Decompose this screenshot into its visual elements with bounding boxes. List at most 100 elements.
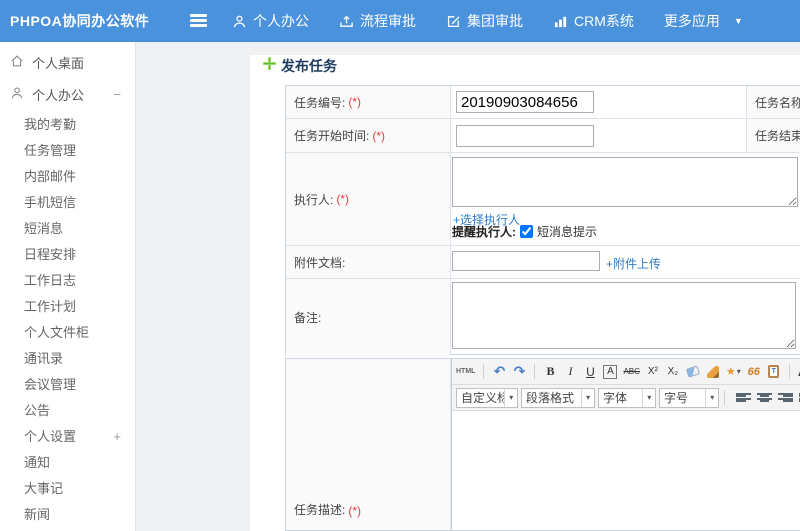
nav-personal-office[interactable]: 个人办公	[232, 11, 309, 31]
nav-crm-system[interactable]: CRM系统	[553, 11, 634, 31]
description-row: 任务描述: (*) HTML ↶ ↷ B I U A ABC X² X₂ ★ ▾ 6…	[285, 358, 800, 531]
chevron-down-icon: ▾	[504, 388, 517, 407]
underline-button[interactable]: U	[583, 363, 597, 381]
chevron-down-icon: ▾	[705, 388, 718, 407]
sidebar-item-short-message[interactable]: 短消息	[0, 216, 135, 242]
sidebar-item-memorabilia[interactable]: 大事记	[0, 476, 135, 502]
app-logo: PHPOA协同办公软件	[10, 13, 150, 29]
remind-executor-group: 提醒执行人: 短消息提示	[452, 223, 597, 240]
nav-group-approval[interactable]: 集团审批	[446, 11, 523, 31]
attachment-input[interactable]	[452, 251, 600, 271]
remind-executor-label: 提醒执行人:	[452, 225, 516, 239]
remark-label: 备注:	[286, 279, 451, 356]
caret-down-icon: ▼	[733, 16, 743, 26]
task-start-time-row: 任务开始时间:(*) 任务结束时间:(*)	[286, 119, 800, 153]
task-number-label: 任务编号: (*)	[286, 86, 451, 118]
sidebar-item-personal-office[interactable]: 个人办公 −	[0, 78, 135, 110]
highlight-color-button[interactable]: A	[603, 364, 618, 379]
sidebar-item-my-attendance[interactable]: 我的考勤	[0, 112, 135, 138]
align-right-icon[interactable]	[778, 392, 793, 404]
sidebar-submenu: 我的考勤 任务管理 内部邮件 手机短信 短消息 日程安排 工作日志 工作计划 个…	[0, 112, 135, 531]
chevron-down-icon: ▾	[642, 388, 655, 407]
eraser-icon[interactable]	[685, 363, 701, 381]
sidebar-item-meeting-management[interactable]: 会议管理	[0, 372, 135, 398]
align-center-icon[interactable]	[757, 392, 772, 404]
remark-textarea[interactable]	[452, 282, 796, 349]
nav-more-apps[interactable]: 更多应用 ▼	[664, 11, 743, 31]
main-nav: 个人办公 流程审批 集团审批 CRM系统 更多应用 ▼	[232, 0, 743, 42]
attachment-row: 附件文档: +附件上传	[286, 246, 800, 279]
editor-toolbar-row1: HTML ↶ ↷ B I U A ABC X² X₂ ★▾ 66 T A▾	[452, 359, 800, 385]
person-icon	[10, 86, 24, 103]
superscript-button[interactable]: X²	[646, 363, 660, 381]
paste-as-text-icon[interactable]: T	[767, 363, 781, 381]
font-family-select[interactable]: 字体 ▾	[598, 387, 656, 408]
subscript-button[interactable]: X₂	[666, 363, 680, 381]
sidebar-item-personal-file-cabinet[interactable]: 个人文件柜	[0, 320, 135, 346]
undo-icon[interactable]: ↶	[492, 363, 506, 381]
attachment-label: 附件文档:	[286, 246, 451, 278]
html-source-button[interactable]: HTML	[456, 363, 475, 381]
top-header: PHPOA协同办公软件 个人办公 流程审批 集团审批 CRM系统 更多应用 ▼	[0, 0, 800, 42]
font-size-select[interactable]: 字号 ▾	[659, 387, 719, 408]
executor-label: 执行人: (*)	[286, 153, 451, 245]
alignment-buttons	[736, 392, 800, 404]
sidebar-item-personal-settings[interactable]: 个人设置 +	[0, 424, 135, 450]
executor-row: 执行人: (*) +选择执行人 提醒执行人: 短消息提示	[286, 153, 800, 246]
sidebar-item-schedule[interactable]: 日程安排	[0, 242, 135, 268]
align-left-icon[interactable]	[736, 392, 751, 404]
task-number-input[interactable]	[456, 91, 594, 113]
chevron-down-icon: ▾	[581, 388, 594, 407]
page-title: 发布任务	[281, 58, 337, 74]
nav-workflow-approval[interactable]: 流程审批	[339, 11, 416, 31]
executor-textarea[interactable]	[452, 157, 798, 207]
blockquote-button[interactable]: 66	[747, 363, 761, 381]
task-end-time-label: 任务结束时间:(*)	[746, 119, 800, 152]
sidebar-item-notice[interactable]: 通知	[0, 450, 135, 476]
bold-button[interactable]: B	[543, 363, 557, 381]
menu-toggle-icon[interactable]	[190, 14, 207, 27]
sidebar-item-task-management[interactable]: 任务管理	[0, 138, 135, 164]
publish-task-form: 任务编号:(*) 任务名称:(*) 任务开始时间:(*) 任务结束时间:(*) …	[285, 85, 800, 356]
task-number-row: 任务编号:(*) 任务名称:(*)	[286, 86, 800, 119]
group-approval-icon	[446, 14, 461, 29]
editor-toolbar-row2: 自定义标题 ▾ 段落格式 ▾ 字体 ▾ 字号 ▾	[452, 385, 800, 411]
expand-icon[interactable]: +	[113, 424, 121, 450]
sidebar-item-news[interactable]: 新闻	[0, 502, 135, 528]
sidebar-item-work-plan[interactable]: 工作计划	[0, 294, 135, 320]
format-brush-icon[interactable]	[706, 363, 720, 381]
task-description-label: 任务描述: (*)	[286, 359, 451, 530]
sidebar-item-personal-desktop[interactable]: 个人桌面	[0, 46, 135, 78]
home-icon	[10, 54, 24, 71]
sidebar: 个人桌面 个人办公 − 我的考勤 任务管理 内部邮件 手机短信 短消息 日程安排…	[0, 42, 136, 531]
task-start-time-input[interactable]	[456, 125, 594, 147]
rich-text-editor: HTML ↶ ↷ B I U A ABC X² X₂ ★▾ 66 T A▾	[451, 359, 800, 530]
paragraph-format-select[interactable]: 段落格式 ▾	[521, 387, 595, 408]
sidebar-item-address-book[interactable]: 通讯录	[0, 346, 135, 372]
task-start-time-label: 任务开始时间: (*)	[286, 119, 451, 152]
remark-row: 备注:	[286, 279, 800, 356]
sms-remind-label: 短消息提示	[537, 225, 598, 239]
required-mark: (*)	[348, 95, 362, 109]
bar-chart-icon	[553, 14, 568, 29]
workflow-icon	[339, 14, 354, 29]
sidebar-item-work-log[interactable]: 工作日志	[0, 268, 135, 294]
task-name-label: 任务名称:(*)	[746, 86, 800, 118]
person-icon	[232, 14, 247, 29]
sms-remind-checkbox[interactable]	[520, 225, 533, 238]
strikethrough-button[interactable]: ABC	[623, 363, 639, 381]
italic-button[interactable]: I	[563, 363, 577, 381]
required-mark: (*)	[372, 128, 386, 143]
magic-format-icon[interactable]: ★ ▾	[726, 363, 741, 381]
sidebar-item-announcement[interactable]: 公告	[0, 398, 135, 424]
required-mark: (*)	[348, 504, 362, 518]
task-description-editor-area[interactable]	[452, 412, 800, 530]
attachment-upload-link[interactable]: +附件上传	[606, 255, 661, 272]
custom-heading-select[interactable]: 自定义标题 ▾	[456, 387, 518, 408]
sidebar-item-internal-mail[interactable]: 内部邮件	[0, 164, 135, 190]
add-task-icon	[263, 57, 276, 70]
collapse-icon[interactable]: −	[113, 87, 121, 102]
sidebar-item-mobile-sms[interactable]: 手机短信	[0, 190, 135, 216]
required-mark: (*)	[336, 192, 350, 206]
redo-icon[interactable]: ↷	[512, 363, 526, 381]
